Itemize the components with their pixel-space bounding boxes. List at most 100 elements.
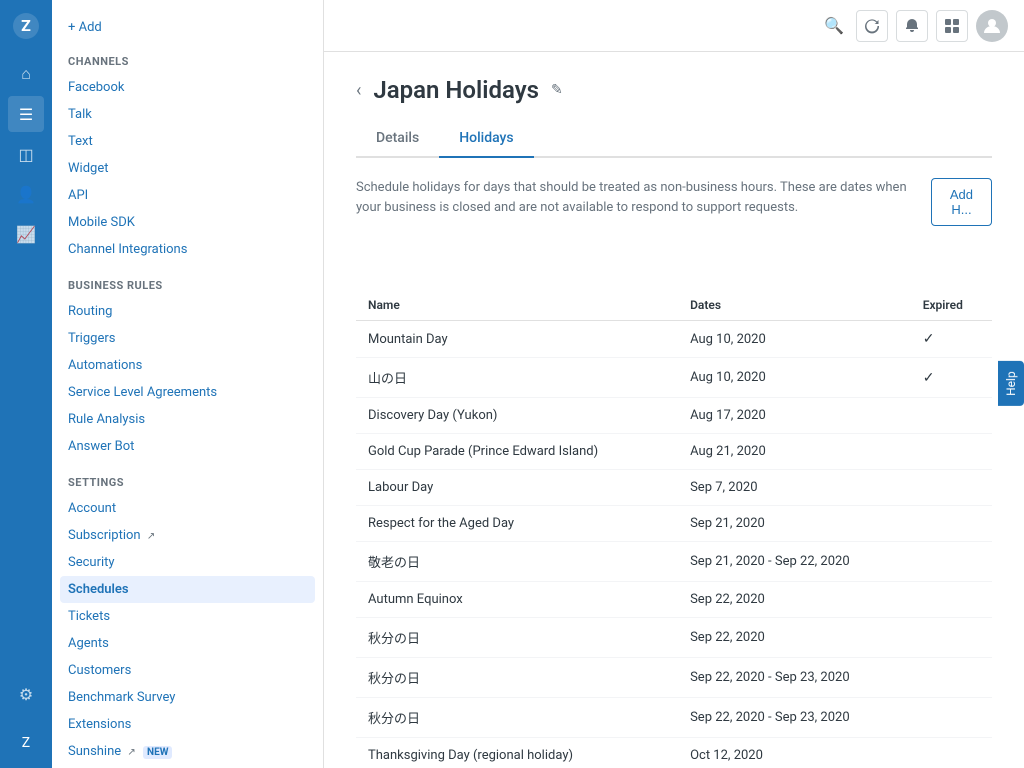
icon-nav: Z ⌂ ☰ ◫ 👤 📈 ⚙ Z	[0, 0, 52, 768]
cell-expired	[911, 738, 992, 768]
cell-name: Mountain Day	[356, 321, 678, 358]
cell-expired	[911, 542, 992, 582]
sidebar-item-sunshine[interactable]: Sunshine ↗ NEW	[52, 738, 323, 765]
cell-dates: Sep 21, 2020	[678, 506, 911, 542]
back-button[interactable]: ‹	[356, 80, 361, 101]
sidebar-item-text[interactable]: Text	[52, 128, 323, 155]
search-icon[interactable]: 🔍	[820, 12, 848, 40]
sidebar-item-api[interactable]: API	[52, 182, 323, 209]
cell-name: Respect for the Aged Day	[356, 506, 678, 542]
sidebar-item-customers[interactable]: Customers	[52, 657, 323, 684]
sidebar-item-rule-analysis[interactable]: Rule Analysis	[52, 406, 323, 433]
cell-dates: Aug 17, 2020	[678, 398, 911, 434]
reports-icon[interactable]: ◫	[8, 136, 44, 172]
table-row[interactable]: 秋分の日 Sep 22, 2020 - Sep 23, 2020	[356, 698, 992, 738]
cell-name: 秋分の日	[356, 618, 678, 658]
cell-name: Autumn Equinox	[356, 582, 678, 618]
table-row[interactable]: Thanksgiving Day (regional holiday) Oct …	[356, 738, 992, 768]
grid-icon[interactable]	[936, 10, 968, 42]
user-avatar[interactable]	[976, 10, 1008, 42]
table-row[interactable]: Gold Cup Parade (Prince Edward Island) A…	[356, 434, 992, 470]
table-row[interactable]: 敬老の日 Sep 21, 2020 - Sep 22, 2020	[356, 542, 992, 582]
cell-dates: Sep 7, 2020	[678, 470, 911, 506]
page-header: ‹ Japan Holidays ✎	[356, 76, 992, 104]
cell-dates: Oct 12, 2020	[678, 738, 911, 768]
cell-name: Discovery Day (Yukon)	[356, 398, 678, 434]
sidebar-item-triggers[interactable]: Triggers	[52, 325, 323, 352]
sidebar-item-schedules[interactable]: Schedules	[60, 576, 315, 603]
sidebar-item-talk[interactable]: Talk	[52, 101, 323, 128]
cell-expired	[911, 434, 992, 470]
help-button[interactable]: Help	[998, 362, 1024, 407]
sidebar-item-agents[interactable]: Agents	[52, 630, 323, 657]
sidebar: + Add Channels FacebookTalkTextWidgetAPI…	[52, 0, 324, 768]
zendesk-logo-bottom: Z	[8, 724, 44, 760]
edit-title-icon[interactable]: ✎	[551, 82, 563, 98]
settings-section-title: SETTINGS	[52, 460, 323, 495]
sidebar-item-automations[interactable]: Automations	[52, 352, 323, 379]
sidebar-item-channel-integrations[interactable]: Channel Integrations	[52, 236, 323, 263]
cell-dates: Aug 21, 2020	[678, 434, 911, 470]
views-icon[interactable]: ☰	[8, 96, 44, 132]
cell-dates: Sep 22, 2020	[678, 618, 911, 658]
tab-holidays[interactable]: Holidays	[439, 120, 533, 158]
cell-dates: Sep 21, 2020 - Sep 22, 2020	[678, 542, 911, 582]
settings-list: AccountSubscription ↗SecuritySchedulesTi…	[52, 495, 323, 765]
cell-name: 山の日	[356, 358, 678, 398]
content-area: ‹ Japan Holidays ✎ Details Holidays Sche…	[324, 52, 1024, 768]
home-icon[interactable]: ⌂	[8, 56, 44, 92]
channels-list: FacebookTalkTextWidgetAPIMobile SDKChann…	[52, 74, 323, 263]
settings-icon[interactable]: ⚙	[8, 676, 44, 712]
sidebar-item-extensions[interactable]: Extensions	[52, 711, 323, 738]
sidebar-item-tickets[interactable]: Tickets	[52, 603, 323, 630]
sidebar-item-sla[interactable]: Service Level Agreements	[52, 379, 323, 406]
channels-section-title: Channels	[52, 39, 323, 74]
page-description: Schedule holidays for days that should b…	[356, 178, 931, 217]
table-row[interactable]: 秋分の日 Sep 22, 2020	[356, 618, 992, 658]
cell-expired	[911, 470, 992, 506]
cell-expired	[911, 658, 992, 698]
refresh-icon[interactable]	[856, 10, 888, 42]
table-row[interactable]: Respect for the Aged Day Sep 21, 2020	[356, 506, 992, 542]
table-row[interactable]: Discovery Day (Yukon) Aug 17, 2020	[356, 398, 992, 434]
holidays-table: Name Dates Expired Mountain Day Aug 10, …	[356, 290, 992, 768]
tab-details[interactable]: Details	[356, 120, 439, 158]
sidebar-item-benchmark-survey[interactable]: Benchmark Survey	[52, 684, 323, 711]
table-row[interactable]: Mountain Day Aug 10, 2020 ✓	[356, 321, 992, 358]
table-row[interactable]: 山の日 Aug 10, 2020 ✓	[356, 358, 992, 398]
svg-text:Z: Z	[21, 16, 31, 35]
table-row[interactable]: Autumn Equinox Sep 22, 2020	[356, 582, 992, 618]
cell-name: 秋分の日	[356, 698, 678, 738]
main-content: 🔍 ‹ Japan Holidays ✎	[324, 0, 1024, 768]
cell-expired: ✓	[911, 358, 992, 398]
cell-name: 秋分の日	[356, 658, 678, 698]
cell-dates: Sep 22, 2020	[678, 582, 911, 618]
col-dates: Dates	[678, 290, 911, 321]
notifications-icon[interactable]	[896, 10, 928, 42]
customers-icon[interactable]: 👤	[8, 176, 44, 212]
sidebar-item-account[interactable]: Account	[52, 495, 323, 522]
top-bar: 🔍	[324, 0, 1024, 52]
business-rules-section-title: BUSINESS RULES	[52, 263, 323, 298]
sidebar-item-answer-bot[interactable]: Answer Bot	[52, 433, 323, 460]
sidebar-item-routing[interactable]: Routing	[52, 298, 323, 325]
business-rules-list: RoutingTriggersAutomationsService Level …	[52, 298, 323, 460]
cell-name: Thanksgiving Day (regional holiday)	[356, 738, 678, 768]
tabs: Details Holidays	[356, 120, 992, 158]
cell-expired	[911, 618, 992, 658]
sidebar-item-mobile-sdk[interactable]: Mobile SDK	[52, 209, 323, 236]
table-row[interactable]: 秋分の日 Sep 22, 2020 - Sep 23, 2020	[356, 658, 992, 698]
stats-icon[interactable]: 📈	[8, 216, 44, 252]
sidebar-item-subscription[interactable]: Subscription ↗	[52, 522, 323, 549]
cell-name: Gold Cup Parade (Prince Edward Island)	[356, 434, 678, 470]
sidebar-item-security[interactable]: Security	[52, 549, 323, 576]
sidebar-item-facebook[interactable]: Facebook	[52, 74, 323, 101]
sidebar-item-widget[interactable]: Widget	[52, 155, 323, 182]
app-logo[interactable]: Z	[8, 8, 44, 44]
add-button[interactable]: + Add	[68, 20, 102, 35]
cell-expired: ✓	[911, 321, 992, 358]
table-row[interactable]: Labour Day Sep 7, 2020	[356, 470, 992, 506]
cell-name: 敬老の日	[356, 542, 678, 582]
add-holiday-button[interactable]: Add H...	[931, 178, 992, 226]
cell-dates: Sep 22, 2020 - Sep 23, 2020	[678, 698, 911, 738]
